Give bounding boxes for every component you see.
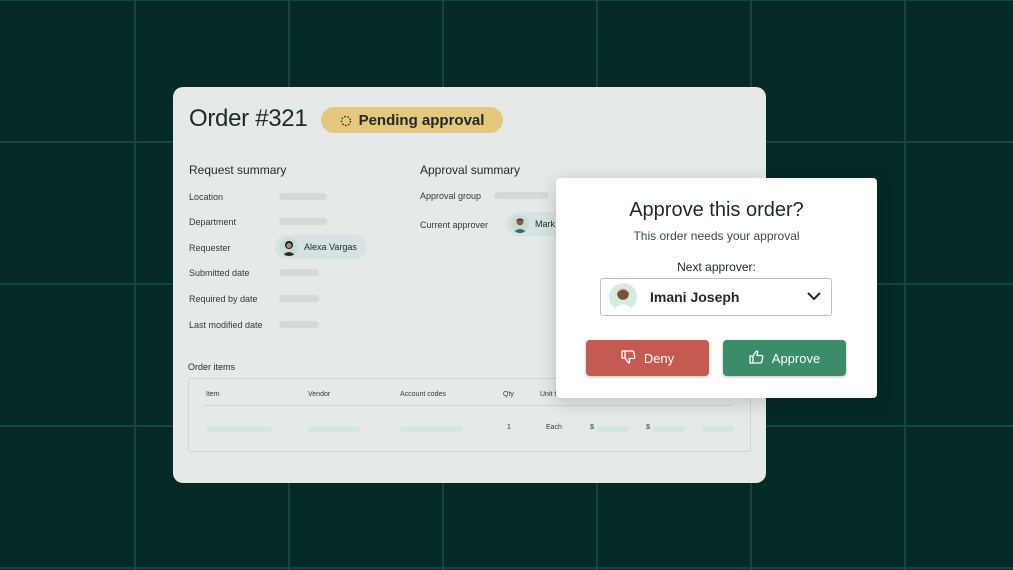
avatar [609, 283, 637, 311]
qty-value: 1 [507, 424, 511, 431]
column-header-qty: Qty [503, 391, 514, 398]
unit-cost-currency: $ [590, 424, 594, 431]
item-placeholder [206, 426, 272, 432]
location-label: Location [189, 192, 224, 202]
column-header-vendor: Vendor [308, 391, 331, 398]
status-text: Pending approval [358, 111, 485, 129]
current-approver-label: Current approver [420, 220, 489, 230]
next-approver-label: Next approver: [677, 260, 756, 274]
department-value-placeholder [279, 218, 327, 225]
selected-approver-name: Imani Joseph [650, 289, 740, 305]
submitted-date-placeholder [279, 269, 319, 276]
avatar [280, 238, 298, 256]
request-summary-heading: Request summary [189, 163, 287, 177]
vendor-placeholder [308, 426, 360, 432]
approval-summary-heading: Approval summary [420, 163, 521, 177]
dialog-subtitle: This order needs your approval [633, 229, 800, 243]
page-title: Order #321 [189, 105, 308, 132]
last-modified-date-label: Last modified date [189, 320, 263, 330]
last-modified-date-placeholder [279, 321, 319, 328]
unit-cost-placeholder [597, 426, 629, 432]
required-by-date-placeholder [279, 295, 319, 302]
total-currency: $ [646, 424, 650, 431]
column-header-unit: Unit t [540, 391, 557, 398]
requester-chip[interactable]: Alexa Vargas [275, 235, 367, 259]
avatar [511, 215, 529, 233]
approval-group-label: Approval group [420, 191, 482, 201]
current-approver-name: Mark [535, 219, 555, 229]
thumbs-down-icon [621, 349, 636, 367]
submitted-date-label: Submitted date [189, 268, 250, 278]
total-placeholder [653, 426, 685, 432]
requester-label: Requester [189, 243, 231, 253]
deny-label: Deny [643, 350, 675, 366]
required-by-date-label: Required by date [189, 294, 258, 304]
thumbs-up-icon [749, 349, 764, 367]
requester-name: Alexa Vargas [304, 242, 357, 252]
account-codes-placeholder [400, 426, 463, 432]
column-header-account-codes: Account codes [400, 391, 446, 398]
spinner-icon [340, 114, 352, 127]
deny-button[interactable]: Deny [586, 340, 709, 376]
approve-dialog: Approve this order? This order needs you… [556, 178, 877, 398]
unit-value: Each [546, 424, 562, 431]
department-label: Department [189, 217, 237, 227]
next-approver-select[interactable]: Imani Joseph [600, 278, 832, 316]
header-divider [204, 405, 733, 406]
approval-group-placeholder [494, 192, 549, 199]
dialog-title: Approve this order? [629, 199, 804, 221]
chevron-down-icon [807, 288, 821, 306]
approve-label: Approve [771, 350, 821, 366]
location-value-placeholder [279, 193, 327, 200]
approve-button[interactable]: Approve [723, 340, 846, 376]
order-items-heading: Order items [188, 362, 236, 372]
extra-placeholder [701, 426, 734, 432]
column-header-item: Item [206, 391, 220, 398]
status-badge: Pending approval [321, 107, 503, 133]
